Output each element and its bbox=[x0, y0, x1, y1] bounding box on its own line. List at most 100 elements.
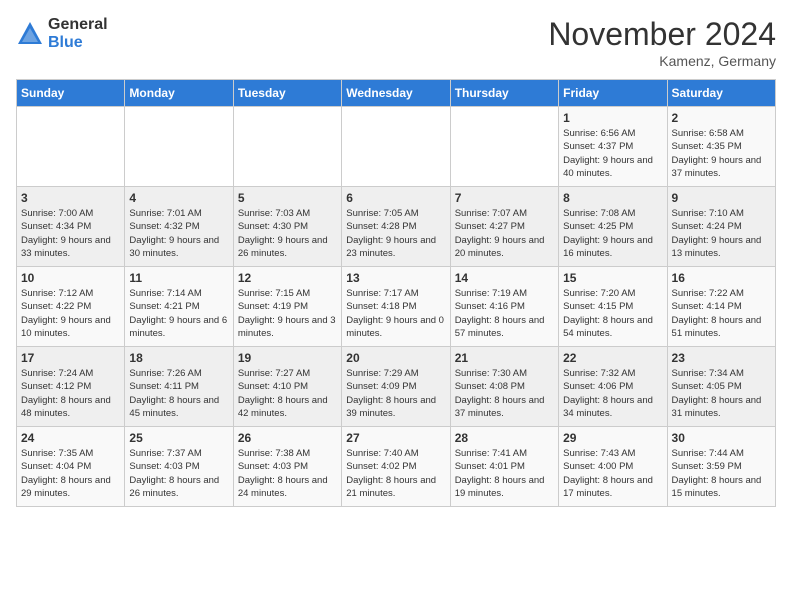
calendar-cell: 17 Sunrise: 7:24 AM Sunset: 4:12 PM Dayli… bbox=[17, 347, 125, 427]
calendar-cell: 21 Sunrise: 7:30 AM Sunset: 4:08 PM Dayli… bbox=[450, 347, 558, 427]
day-info: Sunrise: 7:10 AM Sunset: 4:24 PM Dayligh… bbox=[672, 207, 771, 260]
page-header: General Blue November 2024 Kamenz, Germa… bbox=[16, 16, 776, 69]
calendar-cell: 7 Sunrise: 7:07 AM Sunset: 4:27 PM Daylig… bbox=[450, 187, 558, 267]
header-monday: Monday bbox=[125, 80, 233, 107]
calendar-cell: 27 Sunrise: 7:40 AM Sunset: 4:02 PM Dayli… bbox=[342, 427, 450, 507]
day-info: Sunrise: 7:35 AM Sunset: 4:04 PM Dayligh… bbox=[21, 447, 120, 500]
day-info: Sunrise: 7:24 AM Sunset: 4:12 PM Dayligh… bbox=[21, 367, 120, 420]
day-number: 15 bbox=[563, 271, 662, 285]
calendar-cell: 15 Sunrise: 7:20 AM Sunset: 4:15 PM Dayli… bbox=[559, 267, 667, 347]
calendar-week-4: 17 Sunrise: 7:24 AM Sunset: 4:12 PM Dayli… bbox=[17, 347, 776, 427]
day-info: Sunrise: 7:38 AM Sunset: 4:03 PM Dayligh… bbox=[238, 447, 337, 500]
day-info: Sunrise: 7:20 AM Sunset: 4:15 PM Dayligh… bbox=[563, 287, 662, 340]
calendar-cell: 13 Sunrise: 7:17 AM Sunset: 4:18 PM Dayli… bbox=[342, 267, 450, 347]
day-number: 14 bbox=[455, 271, 554, 285]
calendar-cell: 30 Sunrise: 7:44 AM Sunset: 3:59 PM Dayli… bbox=[667, 427, 775, 507]
calendar-week-3: 10 Sunrise: 7:12 AM Sunset: 4:22 PM Dayli… bbox=[17, 267, 776, 347]
calendar-week-2: 3Sunrise: 7:00 AM Sunset: 4:34 PM Daylig… bbox=[17, 187, 776, 267]
day-number: 2 bbox=[672, 111, 771, 125]
day-info: Sunrise: 7:19 AM Sunset: 4:16 PM Dayligh… bbox=[455, 287, 554, 340]
calendar-cell: 1 Sunrise: 6:56 AM Sunset: 4:37 PM Daylig… bbox=[559, 107, 667, 187]
calendar-cell: 18Sunrise: 7:26 AM Sunset: 4:11 PM Dayli… bbox=[125, 347, 233, 427]
day-info: Sunrise: 7:30 AM Sunset: 4:08 PM Dayligh… bbox=[455, 367, 554, 420]
day-info: Sunrise: 7:08 AM Sunset: 4:25 PM Dayligh… bbox=[563, 207, 662, 260]
header-tuesday: Tuesday bbox=[233, 80, 341, 107]
day-info: Sunrise: 7:15 AM Sunset: 4:19 PM Dayligh… bbox=[238, 287, 337, 340]
calendar-cell: 29 Sunrise: 7:43 AM Sunset: 4:00 PM Dayli… bbox=[559, 427, 667, 507]
logo: General Blue bbox=[16, 16, 108, 51]
day-number: 30 bbox=[672, 431, 771, 445]
calendar-cell: 8 Sunrise: 7:08 AM Sunset: 4:25 PM Daylig… bbox=[559, 187, 667, 267]
day-number: 1 bbox=[563, 111, 662, 125]
day-info: Sunrise: 7:12 AM Sunset: 4:22 PM Dayligh… bbox=[21, 287, 120, 340]
calendar-cell: 28 Sunrise: 7:41 AM Sunset: 4:01 PM Dayli… bbox=[450, 427, 558, 507]
calendar-cell bbox=[125, 107, 233, 187]
calendar-table: SundayMondayTuesdayWednesdayThursdayFrid… bbox=[16, 79, 776, 507]
day-number: 28 bbox=[455, 431, 554, 445]
calendar-cell bbox=[450, 107, 558, 187]
day-number: 13 bbox=[346, 271, 445, 285]
location: Kamenz, Germany bbox=[548, 53, 776, 69]
day-number: 6 bbox=[346, 191, 445, 205]
day-number: 23 bbox=[672, 351, 771, 365]
day-info: Sunrise: 7:43 AM Sunset: 4:00 PM Dayligh… bbox=[563, 447, 662, 500]
calendar-cell: 23 Sunrise: 7:34 AM Sunset: 4:05 PM Dayli… bbox=[667, 347, 775, 427]
day-info: Sunrise: 7:44 AM Sunset: 3:59 PM Dayligh… bbox=[672, 447, 771, 500]
calendar-cell: 24 Sunrise: 7:35 AM Sunset: 4:04 PM Dayli… bbox=[17, 427, 125, 507]
day-number: 24 bbox=[21, 431, 120, 445]
calendar-cell: 25Sunrise: 7:37 AM Sunset: 4:03 PM Dayli… bbox=[125, 427, 233, 507]
calendar-cell bbox=[233, 107, 341, 187]
header-thursday: Thursday bbox=[450, 80, 558, 107]
day-number: 20 bbox=[346, 351, 445, 365]
day-number: 26 bbox=[238, 431, 337, 445]
day-info: Sunrise: 6:58 AM Sunset: 4:35 PM Dayligh… bbox=[672, 127, 771, 180]
day-info: Sunrise: 7:34 AM Sunset: 4:05 PM Dayligh… bbox=[672, 367, 771, 420]
calendar-cell: 12Sunrise: 7:15 AM Sunset: 4:19 PM Dayli… bbox=[233, 267, 341, 347]
day-info: Sunrise: 6:56 AM Sunset: 4:37 PM Dayligh… bbox=[563, 127, 662, 180]
day-number: 27 bbox=[346, 431, 445, 445]
day-number: 5 bbox=[238, 191, 337, 205]
day-info: Sunrise: 7:41 AM Sunset: 4:01 PM Dayligh… bbox=[455, 447, 554, 500]
day-number: 8 bbox=[563, 191, 662, 205]
day-info: Sunrise: 7:32 AM Sunset: 4:06 PM Dayligh… bbox=[563, 367, 662, 420]
calendar-cell: 11Sunrise: 7:14 AM Sunset: 4:21 PM Dayli… bbox=[125, 267, 233, 347]
calendar-cell: 20 Sunrise: 7:29 AM Sunset: 4:09 PM Dayli… bbox=[342, 347, 450, 427]
calendar-header-row: SundayMondayTuesdayWednesdayThursdayFrid… bbox=[17, 80, 776, 107]
logo-text: General Blue bbox=[48, 16, 108, 51]
calendar-cell bbox=[17, 107, 125, 187]
day-info: Sunrise: 7:01 AM Sunset: 4:32 PM Dayligh… bbox=[129, 207, 228, 260]
header-sunday: Sunday bbox=[17, 80, 125, 107]
logo-blue: Blue bbox=[48, 34, 108, 52]
header-friday: Friday bbox=[559, 80, 667, 107]
calendar-cell: 14 Sunrise: 7:19 AM Sunset: 4:16 PM Dayli… bbox=[450, 267, 558, 347]
day-number: 29 bbox=[563, 431, 662, 445]
month-title: November 2024 bbox=[548, 16, 776, 53]
calendar-cell: 10 Sunrise: 7:12 AM Sunset: 4:22 PM Dayli… bbox=[17, 267, 125, 347]
calendar-cell: 4 Sunrise: 7:01 AM Sunset: 4:32 PM Daylig… bbox=[125, 187, 233, 267]
title-block: November 2024 Kamenz, Germany bbox=[548, 16, 776, 69]
day-info: Sunrise: 7:03 AM Sunset: 4:30 PM Dayligh… bbox=[238, 207, 337, 260]
day-info: Sunrise: 7:29 AM Sunset: 4:09 PM Dayligh… bbox=[346, 367, 445, 420]
day-number: 3 bbox=[21, 191, 120, 205]
day-number: 21 bbox=[455, 351, 554, 365]
logo-icon bbox=[16, 20, 44, 48]
day-number: 10 bbox=[21, 271, 120, 285]
day-number: 17 bbox=[21, 351, 120, 365]
day-number: 16 bbox=[672, 271, 771, 285]
logo-general: General bbox=[48, 16, 108, 34]
header-wednesday: Wednesday bbox=[342, 80, 450, 107]
day-number: 25 bbox=[129, 431, 228, 445]
day-number: 22 bbox=[563, 351, 662, 365]
day-number: 7 bbox=[455, 191, 554, 205]
day-info: Sunrise: 7:17 AM Sunset: 4:18 PM Dayligh… bbox=[346, 287, 445, 340]
calendar-cell: 19Sunrise: 7:27 AM Sunset: 4:10 PM Dayli… bbox=[233, 347, 341, 427]
calendar-cell: 9 Sunrise: 7:10 AM Sunset: 4:24 PM Daylig… bbox=[667, 187, 775, 267]
day-number: 4 bbox=[129, 191, 228, 205]
calendar-week-5: 24 Sunrise: 7:35 AM Sunset: 4:04 PM Dayli… bbox=[17, 427, 776, 507]
day-info: Sunrise: 7:40 AM Sunset: 4:02 PM Dayligh… bbox=[346, 447, 445, 500]
day-info: Sunrise: 7:07 AM Sunset: 4:27 PM Dayligh… bbox=[455, 207, 554, 260]
calendar-cell: 3Sunrise: 7:00 AM Sunset: 4:34 PM Daylig… bbox=[17, 187, 125, 267]
calendar-cell: 26 Sunrise: 7:38 AM Sunset: 4:03 PM Dayli… bbox=[233, 427, 341, 507]
day-number: 9 bbox=[672, 191, 771, 205]
calendar-cell: 16Sunrise: 7:22 AM Sunset: 4:14 PM Dayli… bbox=[667, 267, 775, 347]
